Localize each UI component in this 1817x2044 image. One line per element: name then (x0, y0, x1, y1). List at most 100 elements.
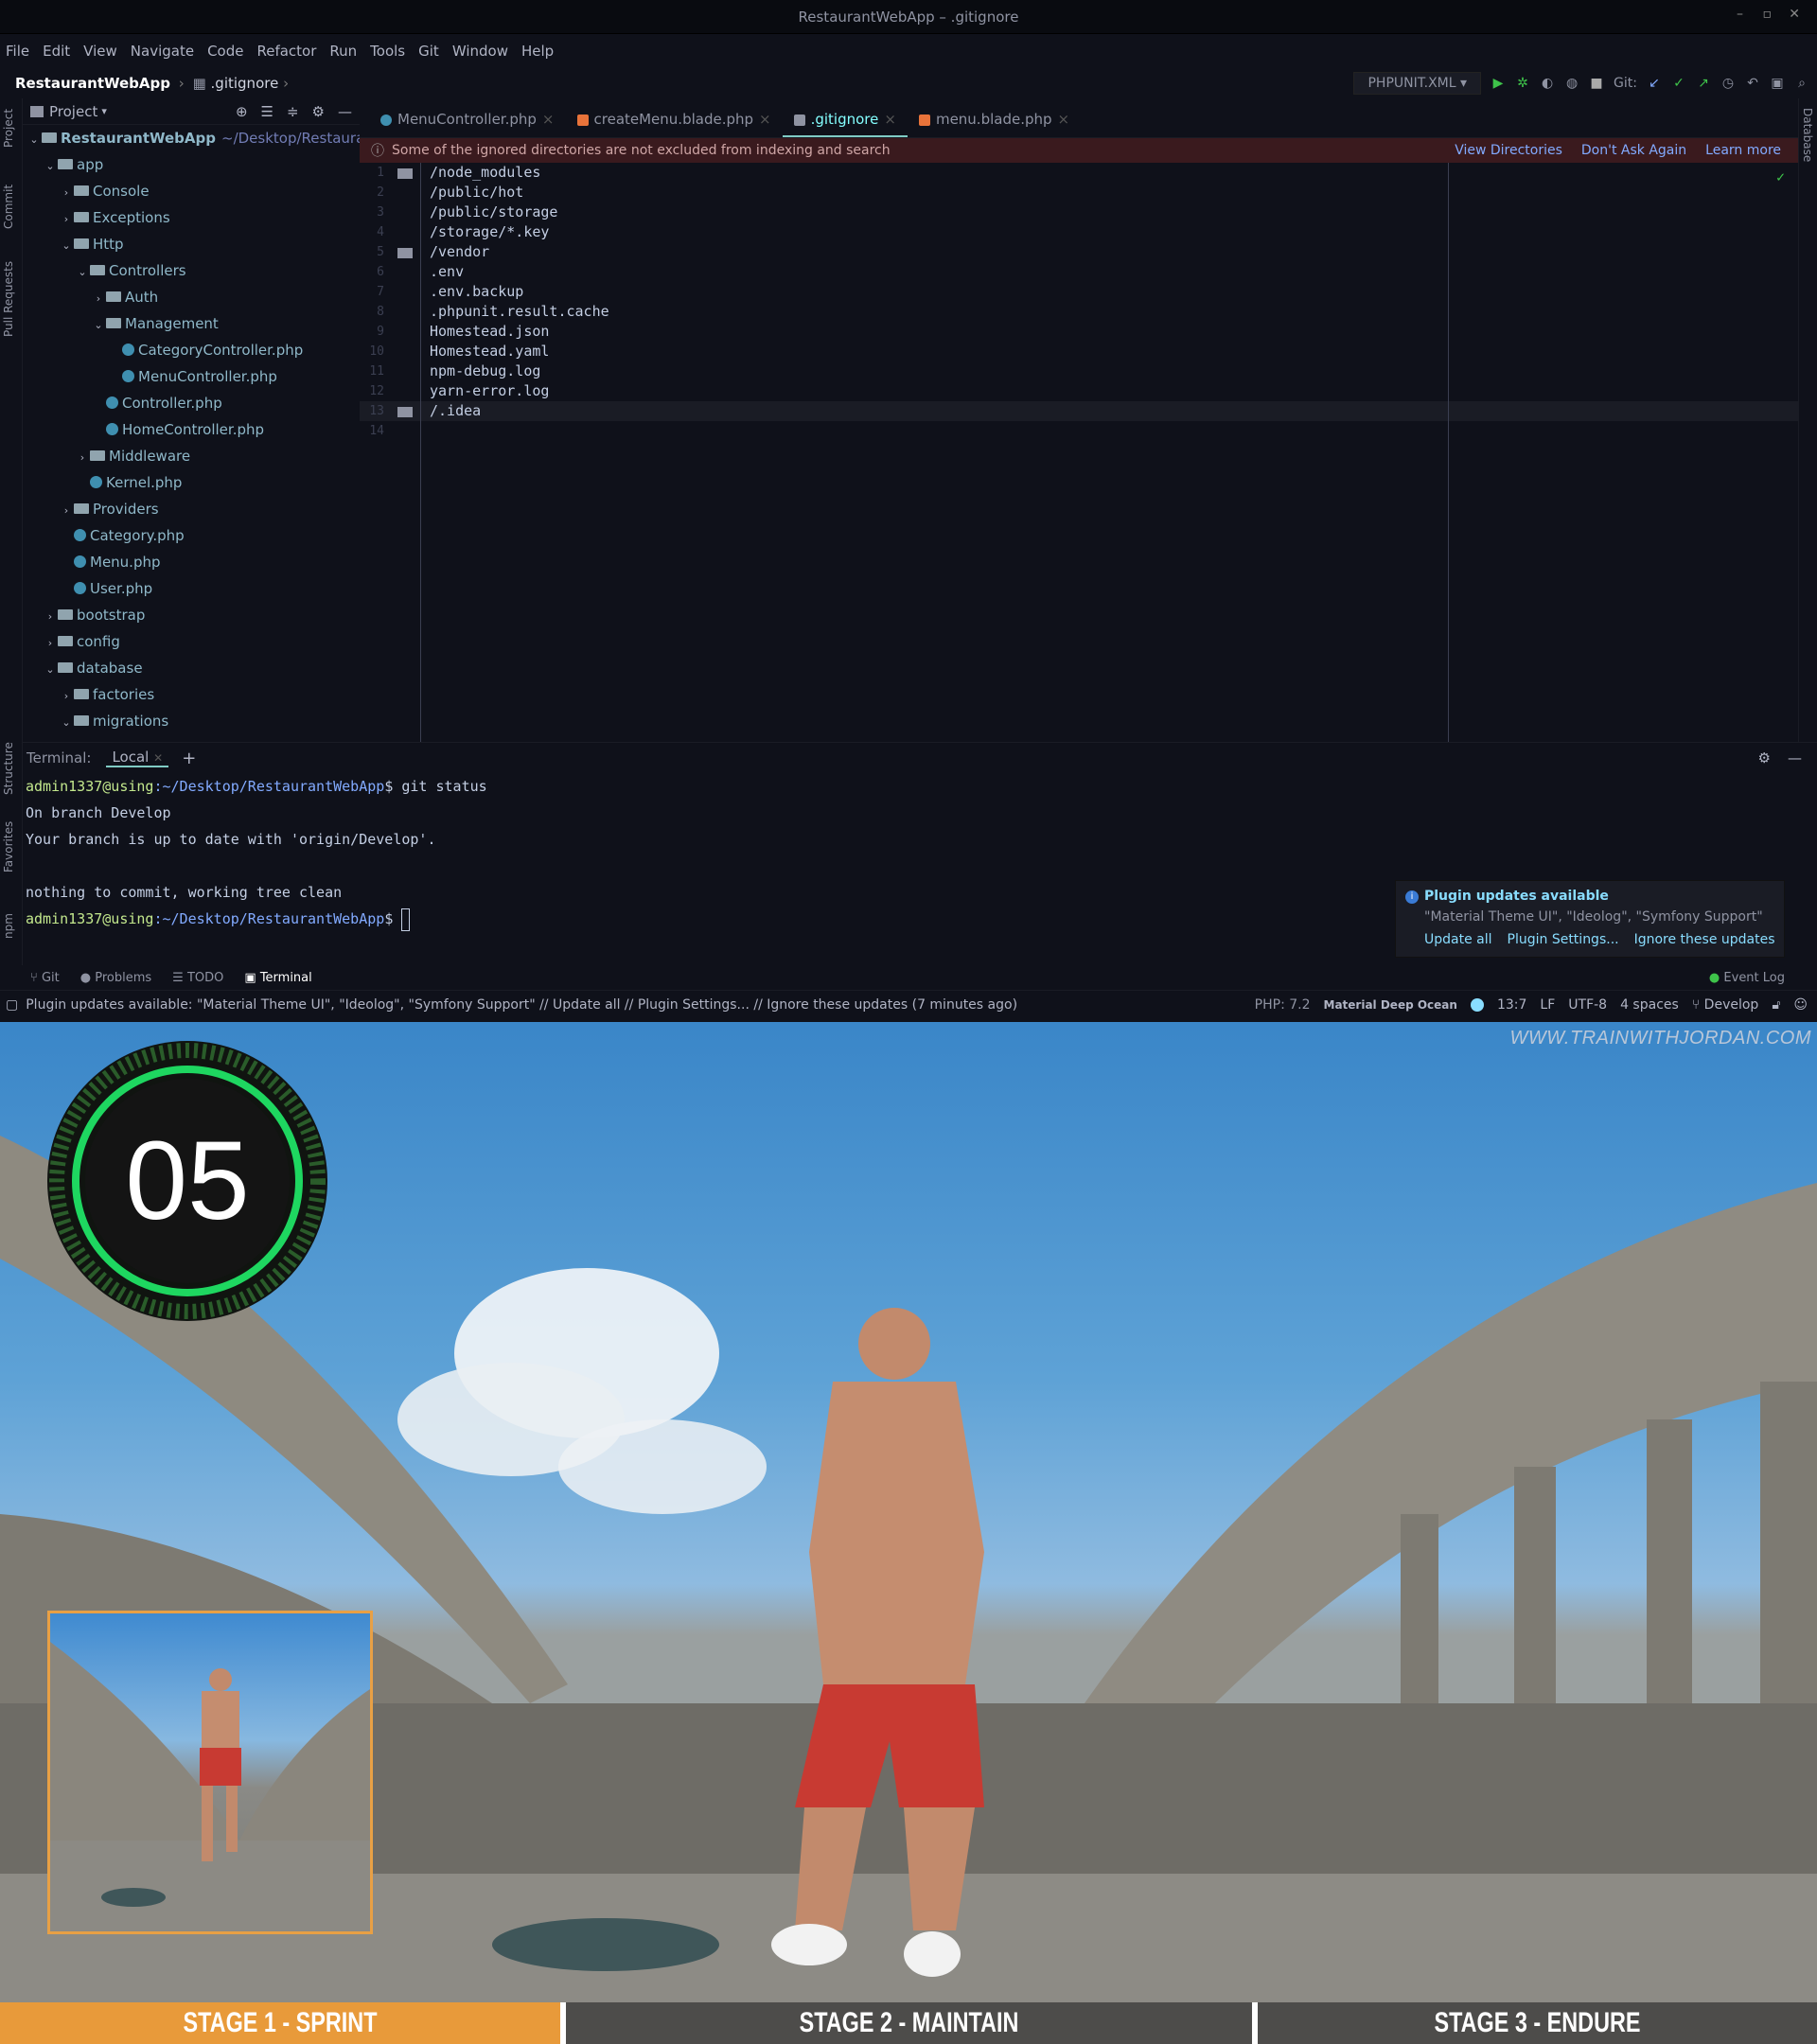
chevron-down-icon[interactable]: ▾ (101, 105, 107, 117)
sidebar-item-project[interactable]: Project (2, 109, 15, 148)
chevron-right-icon[interactable]: › (43, 630, 58, 657)
menu-navigate[interactable]: Navigate (131, 43, 194, 60)
search-icon[interactable]: ⌕ (1794, 76, 1809, 91)
debug-icon[interactable]: ✲ (1515, 76, 1530, 91)
sidebar-item-structure[interactable]: Structure (2, 742, 15, 795)
git-update-icon[interactable]: ↙ (1647, 76, 1662, 91)
chevron-right-icon[interactable]: › (75, 445, 90, 471)
tree-item[interactable]: ⌄ Controllers (23, 257, 360, 284)
history-icon[interactable]: ◷ (1720, 76, 1736, 91)
file-encoding[interactable]: UTF-8 (1568, 997, 1607, 1013)
profile-icon[interactable]: ◍ (1564, 76, 1579, 91)
event-log-button[interactable]: ● Event Log (1709, 971, 1817, 985)
sidebar-item-commit[interactable]: Commit (2, 185, 15, 229)
tool-window-problems[interactable]: ● Problems (80, 971, 151, 985)
menu-code[interactable]: Code (207, 43, 243, 60)
tree-item[interactable]: › Auth (23, 284, 360, 310)
editor-tab[interactable]: menu.blade.php × (908, 101, 1081, 137)
inspector-icon[interactable]: ☺ (1793, 997, 1808, 1013)
tool-window-git[interactable]: ⑂ Git (30, 971, 60, 985)
theme-name[interactable]: Material Deep Ocean (1324, 998, 1457, 1012)
run-config-select[interactable]: PHPUNIT.XML ▾ (1353, 72, 1482, 95)
chevron-down-icon[interactable]: ⌄ (43, 153, 58, 180)
tree-item[interactable]: User.php (23, 575, 360, 602)
menu-window[interactable]: Window (452, 43, 508, 60)
tree-item[interactable]: HomeController.php (23, 416, 360, 443)
lock-icon[interactable]: 🔓︎ (1772, 997, 1780, 1013)
gear-icon[interactable]: ⚙ (312, 103, 325, 120)
maximize-icon[interactable]: ▫ (1763, 7, 1773, 22)
tree-item[interactable]: Menu.php (23, 549, 360, 575)
layout-icon[interactable]: ▣ (1770, 76, 1785, 91)
chevron-down-icon[interactable]: ⌄ (91, 312, 106, 339)
add-terminal-icon[interactable]: + (182, 749, 196, 768)
tree-item[interactable]: ⌄ Management (23, 310, 360, 337)
collapse-all-icon[interactable]: ≑ (287, 103, 299, 120)
tree-item[interactable]: › Middleware (23, 443, 360, 469)
rollback-icon[interactable]: ↶ (1745, 76, 1760, 91)
status-toggle-icon[interactable]: ▢ (6, 997, 18, 1013)
chevron-right-icon[interactable]: › (59, 180, 74, 206)
close-icon[interactable]: × (1058, 111, 1070, 128)
tree-item[interactable]: ⌄ migrations (23, 708, 360, 734)
tool-window-todo[interactable]: ☰ TODO (172, 971, 223, 985)
ignore-updates-link[interactable]: Ignore these updates (1634, 932, 1775, 947)
tree-item[interactable]: Category.php (23, 522, 360, 549)
tree-item[interactable]: › Console (23, 178, 360, 204)
caret-position[interactable]: 13:7 (1497, 997, 1526, 1013)
chevron-down-icon[interactable]: ⌄ (59, 233, 74, 259)
tree-item[interactable]: ⌄ app (23, 151, 360, 178)
menu-help[interactable]: Help (521, 43, 554, 60)
chevron-down-icon[interactable]: ⌄ (43, 657, 58, 683)
breadcrumb-project[interactable]: RestaurantWebApp (15, 75, 170, 92)
tree-item[interactable]: › bootstrap (23, 602, 360, 628)
sidebar-item-favorites[interactable]: Favorites (2, 821, 15, 872)
chevron-down-icon[interactable]: ⌄ (75, 259, 90, 286)
tree-item[interactable]: CategoryController.php (23, 337, 360, 363)
close-icon[interactable]: ✕ (1789, 7, 1800, 22)
stop-icon[interactable]: ■ (1589, 76, 1604, 91)
chevron-down-icon[interactable]: ⌄ (26, 127, 42, 153)
close-icon[interactable]: ✕ (153, 751, 163, 765)
menu-file[interactable]: File (6, 43, 29, 60)
coverage-icon[interactable]: ◐ (1540, 76, 1555, 91)
workout-video[interactable]: WWW.TRAINWITHJORDAN.COM 05 STAGE 1 - SPR… (0, 1022, 1817, 2044)
update-all-link[interactable]: Update all (1424, 932, 1492, 947)
code-editor[interactable]: 1/node_modules 2/public/hot 3/public/stora… (360, 163, 1798, 742)
tree-item[interactable]: Kernel.php (23, 469, 360, 496)
close-icon[interactable]: × (542, 111, 555, 128)
menu-view[interactable]: View (83, 43, 117, 60)
tree-item[interactable]: ⌄ database (23, 655, 360, 681)
sidebar-item-npm[interactable]: npm (2, 913, 15, 939)
chevron-right-icon[interactable]: › (59, 683, 74, 710)
editor-tab[interactable]: MenuController.php × (369, 101, 566, 137)
editor-tab[interactable]: createMenu.blade.php × (566, 101, 783, 137)
run-icon[interactable]: ▶ (1491, 76, 1506, 91)
chevron-right-icon[interactable]: › (43, 604, 58, 630)
view-directories-link[interactable]: View Directories (1455, 143, 1562, 158)
plugin-settings-link[interactable]: Plugin Settings... (1508, 932, 1619, 947)
chevron-right-icon[interactable]: › (59, 206, 74, 233)
minimize-icon[interactable]: – (1737, 7, 1743, 22)
sidebar-item-database[interactable]: Database (1801, 108, 1814, 162)
dont-ask-again-link[interactable]: Don't Ask Again (1581, 143, 1686, 158)
tree-item[interactable]: › Providers (23, 496, 360, 522)
line-separator[interactable]: LF (1540, 997, 1555, 1013)
git-branch-widget[interactable]: ⑂ Develop (1692, 997, 1759, 1013)
tree-item[interactable]: ⌄ Http (23, 231, 360, 257)
php-version[interactable]: PHP: 7.2 (1255, 997, 1311, 1013)
learn-more-link[interactable]: Learn more (1705, 143, 1781, 158)
indent-setting[interactable]: 4 spaces (1620, 997, 1679, 1013)
git-push-icon[interactable]: ↗ (1696, 76, 1711, 91)
hide-icon[interactable]: — (338, 103, 352, 120)
chevron-right-icon[interactable]: › (59, 498, 74, 524)
tool-window-terminal[interactable]: ▣ Terminal (244, 971, 311, 985)
menu-tools[interactable]: Tools (370, 43, 405, 60)
tree-item[interactable]: › factories (23, 681, 360, 708)
chevron-down-icon[interactable]: ⌄ (59, 710, 74, 736)
tree-item[interactable]: › Exceptions (23, 204, 360, 231)
breadcrumb-file[interactable]: .gitignore (211, 75, 279, 92)
hide-icon[interactable]: — (1788, 749, 1802, 766)
tree-item[interactable]: › config (23, 628, 360, 655)
gear-icon[interactable]: ⚙ (1758, 749, 1771, 766)
